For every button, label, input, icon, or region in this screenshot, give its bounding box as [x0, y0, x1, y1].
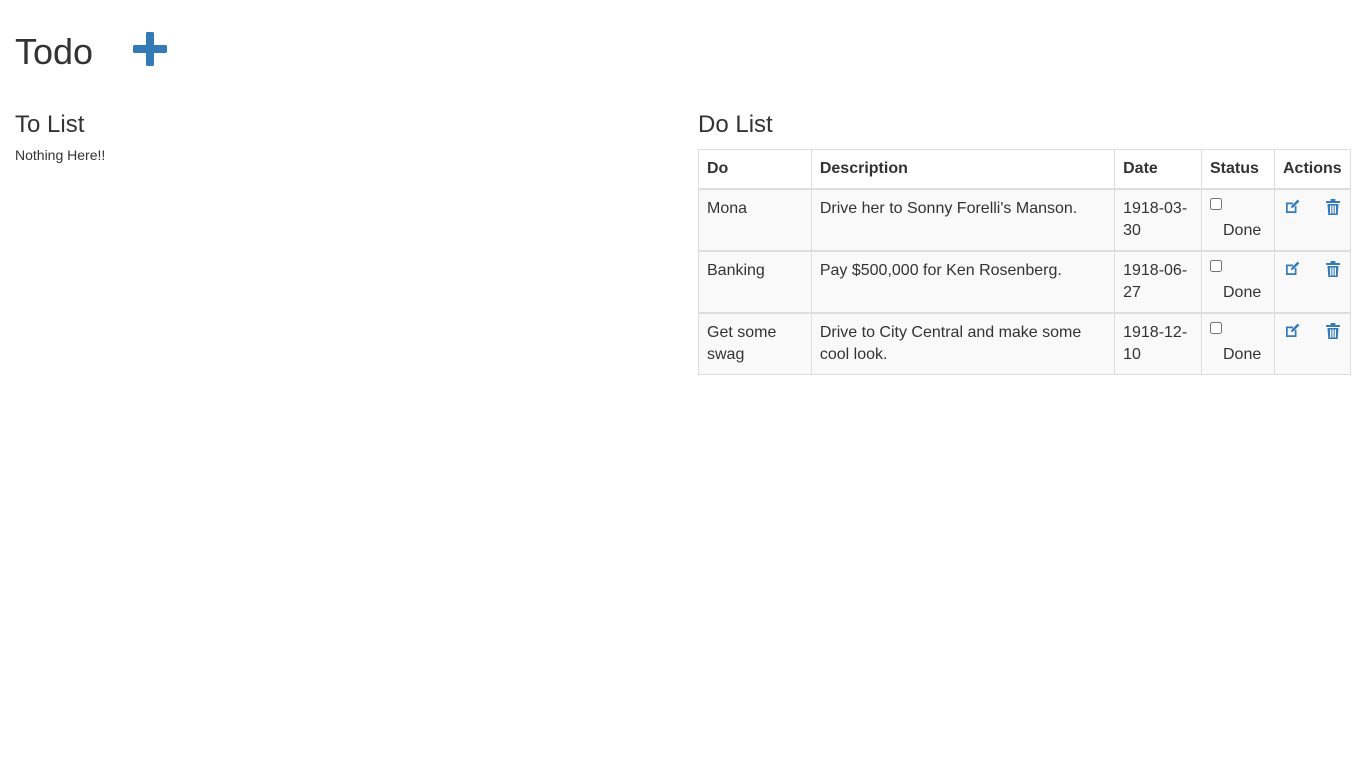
done-checkbox[interactable]: [1210, 198, 1222, 210]
to-list-section: To List Nothing Here!!: [15, 110, 105, 165]
todo-actions: [1274, 250, 1351, 314]
table-row: Mona Drive her to Sonny Forelli's Manson.…: [698, 188, 1351, 252]
todo-actions: [1274, 312, 1351, 375]
todo-date: 1918-03-30: [1114, 188, 1202, 252]
do-list-section: Do List Do Description Date Status Actio…: [698, 110, 1351, 375]
todo-description: Drive her to Sonny Forelli's Manson.: [810, 188, 1116, 252]
todo-date: 1918-12-10: [1114, 312, 1202, 375]
do-list-title: Do List: [698, 111, 773, 138]
header: Todo: [15, 28, 168, 76]
empty-message: Nothing Here!!: [15, 147, 106, 163]
column-header-actions: Actions: [1274, 149, 1351, 190]
column-header-status: Status: [1201, 149, 1275, 190]
todo-actions: [1274, 188, 1351, 252]
todo-do: Get some swag: [698, 312, 812, 375]
plus-icon: [133, 32, 168, 66]
table-row: Get some swag Drive to City Central and m…: [698, 312, 1351, 375]
trash-icon[interactable]: [1324, 322, 1342, 340]
trash-icon[interactable]: [1324, 198, 1342, 216]
trash-icon[interactable]: [1324, 260, 1342, 278]
todo-description: Pay $500,000 for Ken Rosenberg.: [810, 250, 1116, 314]
todo-page: Todo To List Nothing Here!! Do List Do D…: [0, 0, 1366, 768]
do-list-table: Do Description Date Status Actions Mona D…: [698, 149, 1351, 375]
done-label: Done: [1223, 284, 1262, 301]
column-header-description: Description: [810, 149, 1116, 190]
todo-description: Drive to City Central and make some cool…: [810, 312, 1116, 375]
done-label: Done: [1223, 222, 1262, 239]
column-header-do: Do: [698, 149, 812, 190]
edit-icon[interactable]: [1283, 198, 1301, 216]
done-checkbox[interactable]: [1210, 260, 1222, 272]
todo-status: Done: [1201, 312, 1275, 375]
todo-status: Done: [1201, 250, 1275, 314]
done-label: Done: [1223, 346, 1262, 363]
add-todo-button[interactable]: [133, 32, 168, 66]
edit-icon[interactable]: [1283, 260, 1301, 278]
to-list-title: To List: [15, 111, 85, 138]
done-checkbox[interactable]: [1210, 322, 1222, 334]
page-title: Todo: [15, 31, 94, 72]
todo-status: Done: [1201, 188, 1275, 252]
table-row: Banking Pay $500,000 for Ken Rosenberg. 19…: [698, 250, 1351, 314]
table-body: Mona Drive her to Sonny Forelli's Manson.…: [698, 188, 1351, 375]
todo-date: 1918-06-27: [1114, 250, 1202, 314]
todo-do: Banking: [698, 250, 812, 314]
edit-icon[interactable]: [1283, 322, 1301, 340]
column-header-date: Date: [1114, 149, 1202, 190]
table-header-row: Do Description Date Status Actions: [698, 149, 1351, 190]
todo-do: Mona: [698, 188, 812, 252]
